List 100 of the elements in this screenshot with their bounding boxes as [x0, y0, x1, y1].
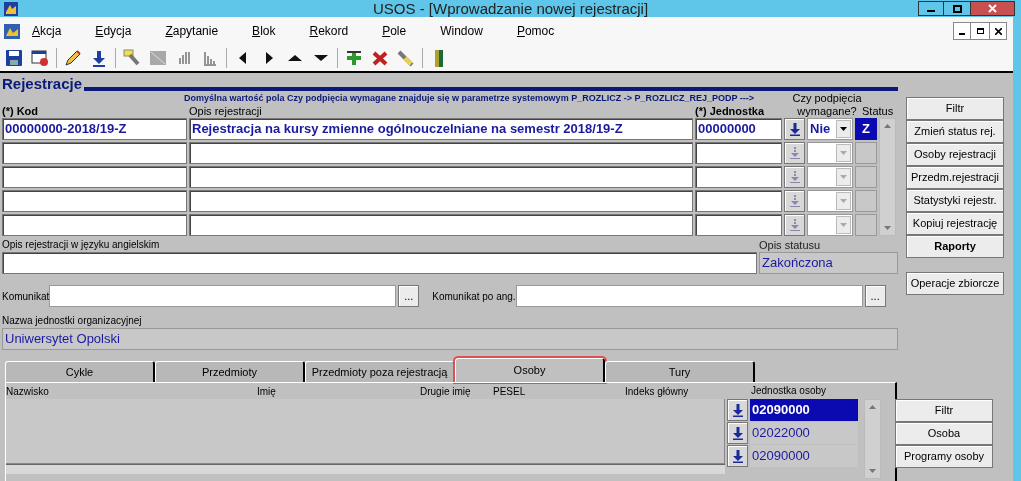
select-field[interactable]	[807, 190, 853, 212]
bulk-operations-button[interactable]: Operacje zbiorcze	[906, 272, 1004, 295]
hint-text: Domyślna wartość pola Czy podpięcia wymagane znajduje się w parametrze systemowym P_ROZLICZ -> P_ROZLICZ_REJ_PODP --->	[184, 93, 754, 103]
column-header: (*) Kod	[2, 105, 40, 118]
field-label: Komunikat	[2, 289, 50, 304]
code-field[interactable]	[2, 142, 187, 164]
field-label: Nazwa jednostki organizacyjnej	[2, 314, 143, 328]
print-preview-icon[interactable]	[30, 48, 50, 68]
menu-item[interactable]: Rekord	[309, 22, 349, 40]
description-field[interactable]	[189, 166, 693, 188]
scrollbar[interactable]	[879, 118, 896, 236]
unit-field[interactable]	[695, 166, 782, 188]
status-field[interactable]	[855, 142, 877, 164]
ellipsis-button[interactable]: ...	[864, 285, 886, 307]
menu-item[interactable]: Pomoc	[516, 22, 555, 40]
column-header: Czy podpięcia wymagane?	[792, 92, 862, 118]
description-field[interactable]	[189, 142, 693, 164]
app-icon	[4, 1, 18, 16]
minimize-button[interactable]	[953, 22, 971, 40]
unit-field[interactable]	[695, 142, 782, 164]
status-field[interactable]	[855, 190, 877, 212]
close-button[interactable]	[989, 22, 1007, 40]
down-arrow-icon	[789, 122, 800, 136]
organization-field: Uniwersytet Opolski	[2, 328, 898, 350]
dotted-arrow-icon	[789, 194, 800, 208]
section-title: Rejestracje	[2, 75, 83, 92]
tab[interactable]: Cykle	[5, 361, 155, 382]
menu-item[interactable]: Blok	[252, 22, 276, 40]
caret-icon	[840, 127, 847, 131]
column-header: Drugie imię	[420, 384, 472, 399]
down-arrow-icon	[732, 426, 743, 440]
tab[interactable]: Tury	[605, 361, 755, 382]
side-button[interactable]: Kopiuj rejestrację	[906, 212, 1004, 235]
scrollbar[interactable]	[864, 399, 881, 479]
save-icon[interactable]	[4, 48, 24, 68]
code-field[interactable]: 00000000-2018/19-Z	[2, 118, 187, 140]
column-header: Nazwisko	[6, 384, 50, 399]
status-description-field: Zakończona	[759, 252, 898, 274]
code-field[interactable]	[2, 166, 187, 188]
close-button[interactable]	[970, 1, 1015, 16]
description-field[interactable]	[189, 190, 693, 212]
code-field[interactable]	[2, 214, 187, 236]
unit-field[interactable]: 00000000	[695, 118, 782, 140]
column-header: Indeks główny	[625, 384, 690, 399]
tab[interactable]: Przedmioty poza rejestracją	[305, 361, 455, 382]
menu-item[interactable]: Window	[440, 22, 483, 40]
person-button[interactable]: Osoba	[895, 422, 993, 445]
status-field[interactable]	[855, 166, 877, 188]
field-label: Komunikat po ang.	[432, 289, 516, 304]
dotted-arrow-icon	[789, 146, 800, 160]
menu-item[interactable]: Edycja	[95, 22, 132, 40]
down-arrow-icon	[732, 403, 743, 417]
column-header: (*) Jednostka	[695, 105, 765, 118]
side-button[interactable]: Przedm.rejestracji	[906, 166, 1004, 189]
person-button[interactable]: Programy osoby	[895, 445, 993, 468]
side-button[interactable]: Filtr	[906, 97, 1004, 120]
code-field[interactable]	[2, 190, 187, 212]
side-button[interactable]: Raporty	[906, 235, 1004, 258]
tab[interactable]: Osoby	[455, 358, 605, 382]
list-button[interactable]	[727, 422, 748, 444]
close-icon	[994, 27, 1002, 35]
select-field[interactable]: Nie	[807, 118, 853, 140]
add-icon[interactable]	[344, 48, 364, 68]
side-button[interactable]: Osoby rejestracji	[906, 143, 1004, 166]
column-header: Status	[862, 105, 895, 118]
unit-field[interactable]	[695, 190, 782, 212]
select-field[interactable]	[807, 142, 853, 164]
column-header: Jednostka osoby	[750, 384, 828, 398]
description-field[interactable]: Rejestracja na kursy zmienne ogólnouczelniane na semestr 2018/19-Z	[189, 118, 693, 140]
status-field[interactable]	[855, 214, 877, 236]
side-button[interactable]: Statystyki rejestr.	[906, 189, 1004, 212]
unit-field[interactable]	[695, 214, 782, 236]
unit-field[interactable]: 02022000	[750, 422, 858, 444]
select-field[interactable]	[807, 214, 853, 236]
description-field[interactable]	[189, 214, 693, 236]
english-description-field[interactable]	[2, 252, 757, 274]
side-button[interactable]: Zmień status rej.	[906, 120, 1004, 143]
caret-icon	[840, 199, 847, 203]
message-english-field[interactable]	[515, 285, 863, 307]
tab[interactable]: Przedmioty	[155, 361, 305, 382]
unit-field[interactable]: 02090000	[750, 445, 858, 467]
person-button[interactable]: Filtr	[895, 399, 993, 422]
message-field[interactable]	[49, 285, 397, 307]
list-button[interactable]	[727, 445, 748, 467]
column-header: Opis rejestracji	[189, 105, 263, 118]
caret-icon	[840, 223, 847, 227]
menu-item[interactable]: Pole	[382, 22, 407, 40]
list-button[interactable]	[784, 118, 805, 140]
minimize-button[interactable]	[918, 1, 944, 16]
restore-button[interactable]	[971, 22, 989, 40]
unit-field[interactable]: 02090000	[750, 399, 858, 421]
menu-item[interactable]: Zapytanie	[165, 22, 219, 40]
menu-item[interactable]: Akcja	[32, 22, 62, 40]
pencil-icon[interactable]	[63, 48, 83, 68]
select-field[interactable]	[807, 166, 853, 188]
status-field[interactable]: Z	[855, 118, 877, 140]
list-button[interactable]	[727, 399, 748, 421]
dropdown-button[interactable]	[836, 120, 851, 138]
ellipsis-button[interactable]: ...	[398, 285, 420, 307]
close-icon	[988, 4, 997, 13]
